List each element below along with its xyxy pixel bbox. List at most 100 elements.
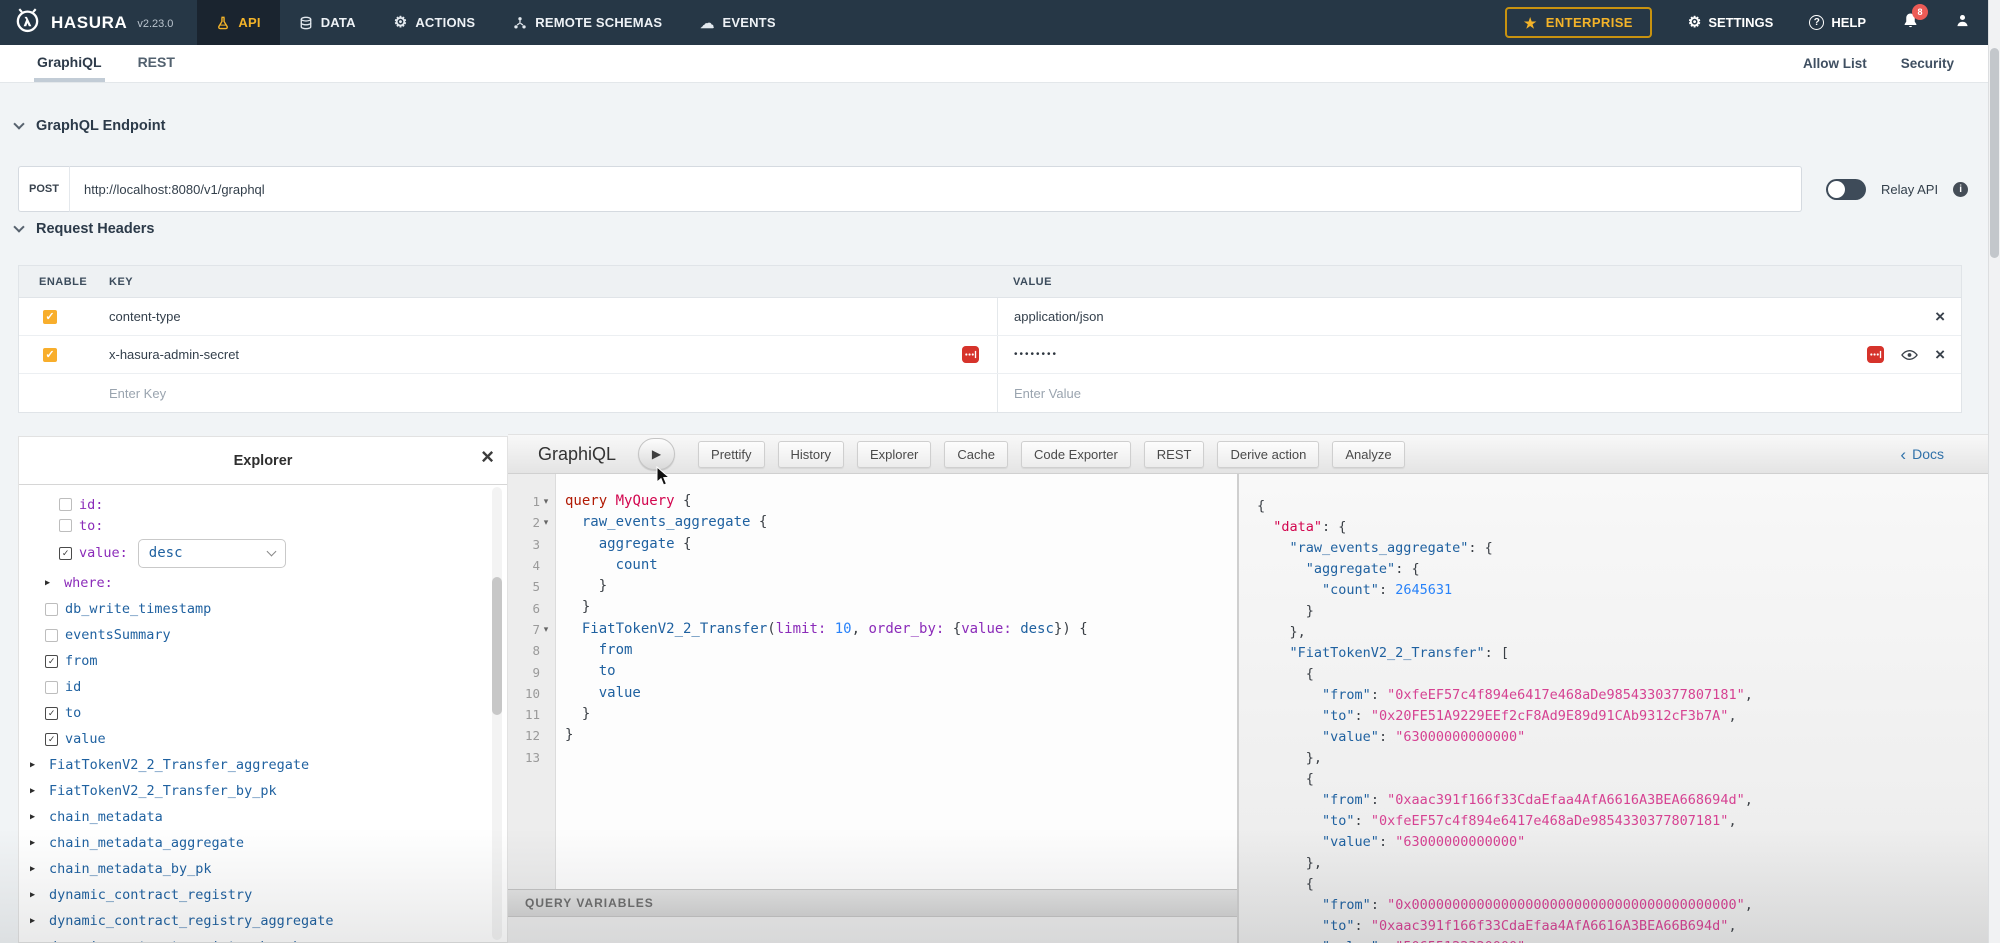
nav-item-api[interactable]: API bbox=[197, 0, 279, 45]
settings-button[interactable]: ⚙ SETTINGS bbox=[1688, 15, 1773, 30]
explorer-item-value[interactable]: ✓value bbox=[19, 726, 507, 752]
fold-arrow-icon[interactable]: ▾ bbox=[540, 496, 552, 507]
explorer-item-dynamic-contract-registry[interactable]: ▶dynamic_contract_registry bbox=[19, 882, 507, 908]
docs-link[interactable]: ‹ Docs bbox=[1900, 446, 1944, 463]
fold-arrow-icon[interactable]: ▾ bbox=[540, 517, 552, 528]
checkbox-icon[interactable] bbox=[45, 603, 58, 616]
scrollbar-thumb[interactable] bbox=[1990, 48, 1999, 258]
new-header-key-input[interactable] bbox=[109, 386, 718, 401]
explorer-item-value[interactable]: ✓value:desc bbox=[19, 536, 507, 570]
nav-item-events[interactable]: ☁EVENTS bbox=[681, 0, 794, 45]
prettify-button[interactable]: Prettify bbox=[698, 441, 764, 468]
request-headers-section-header[interactable]: Request Headers bbox=[15, 221, 154, 237]
explorer-item-eventssummary[interactable]: eventsSummary bbox=[19, 622, 507, 648]
line-number: 10 bbox=[525, 686, 540, 701]
checkbox-icon[interactable]: ✓ bbox=[45, 707, 58, 720]
endpoint-url-input[interactable] bbox=[70, 166, 1802, 212]
nav-item-data[interactable]: DATA bbox=[280, 0, 375, 45]
expand-arrow-icon[interactable]: ▶ bbox=[30, 786, 43, 796]
password-manager-icon[interactable] bbox=[1867, 346, 1884, 363]
info-icon[interactable]: i bbox=[1953, 182, 1968, 197]
tab-graphiql[interactable]: GraphiQL bbox=[34, 45, 105, 82]
link-security[interactable]: Security bbox=[1901, 56, 1954, 71]
explorer-item-from[interactable]: ✓from bbox=[19, 648, 507, 674]
enable-cell: ✓ bbox=[19, 298, 89, 335]
explorer-item-fiattokenv2-2-transfer-by-pk[interactable]: ▶FiatTokenV2_2_Transfer_by_pk bbox=[19, 778, 507, 804]
graphql-endpoint-section-header[interactable]: GraphQL Endpoint bbox=[15, 118, 165, 134]
explorer-item-chain-metadata-aggregate[interactable]: ▶chain_metadata_aggregate bbox=[19, 830, 507, 856]
nav-item-remote-schemas[interactable]: REMOTE SCHEMAS bbox=[494, 0, 681, 45]
expand-arrow-icon[interactable]: ▶ bbox=[30, 838, 43, 848]
table-header-row: ENABLE KEY VALUE bbox=[19, 266, 1961, 298]
brand-name: HASURA bbox=[51, 13, 127, 33]
explorer-item-chain-metadata[interactable]: ▶chain_metadata bbox=[19, 804, 507, 830]
header-enable-checkbox[interactable]: ✓ bbox=[43, 310, 57, 324]
password-manager-icon[interactable] bbox=[962, 346, 979, 363]
explorer-item-to[interactable]: ✓to bbox=[19, 700, 507, 726]
header-row: ✓ content-type application/json × bbox=[19, 298, 1961, 336]
checkbox-icon[interactable] bbox=[45, 629, 58, 642]
page-scrollbar[interactable] bbox=[1988, 0, 2000, 943]
explorer-item-chain-metadata-by-pk[interactable]: ▶chain_metadata_by_pk bbox=[19, 856, 507, 882]
enterprise-button[interactable]: ★ ENTERPRISE bbox=[1505, 7, 1652, 38]
explorer-item-id[interactable]: id bbox=[19, 674, 507, 700]
checkbox-icon[interactable]: ✓ bbox=[45, 733, 58, 746]
response-line: { bbox=[1257, 769, 1988, 790]
help-button[interactable]: ? HELP bbox=[1809, 15, 1866, 30]
explorer-item-fiattokenv2-2-transfer-aggregate[interactable]: ▶FiatTokenV2_2_Transfer_aggregate bbox=[19, 752, 507, 778]
user-menu-button[interactable] bbox=[1955, 13, 1970, 33]
expand-arrow-icon[interactable]: ▶ bbox=[30, 760, 43, 770]
header-value-value[interactable]: •••••••• bbox=[1014, 349, 1058, 360]
history-button[interactable]: History bbox=[778, 441, 844, 468]
eye-icon[interactable] bbox=[1901, 349, 1918, 361]
code-exporter-button[interactable]: Code Exporter bbox=[1021, 441, 1131, 468]
link-allow-list[interactable]: Allow List bbox=[1803, 56, 1867, 71]
query-variables-bar[interactable]: QUERY VARIABLES bbox=[508, 889, 1237, 917]
checkbox-icon[interactable] bbox=[45, 681, 58, 694]
nav-item-actions[interactable]: ⚙ACTIONS bbox=[375, 0, 495, 45]
derive-action-button[interactable]: Derive action bbox=[1217, 441, 1319, 468]
analyze-button[interactable]: Analyze bbox=[1332, 441, 1404, 468]
expand-arrow-icon[interactable]: ▶ bbox=[30, 864, 43, 874]
key-cell: x-hasura-admin-secret bbox=[89, 336, 997, 373]
notifications-button[interactable]: 8 bbox=[1902, 12, 1919, 34]
close-icon[interactable]: × bbox=[1935, 346, 1945, 363]
explorer-item-to[interactable]: to: bbox=[19, 515, 507, 536]
explorer-scrollbar[interactable] bbox=[492, 487, 502, 940]
hasura-logo[interactable]: HASURA v2.23.0 bbox=[0, 0, 173, 45]
database-icon bbox=[299, 16, 313, 30]
sort-direction-dropdown[interactable]: desc bbox=[138, 539, 286, 568]
explorer-item-db-write-timestamp[interactable]: db_write_timestamp bbox=[19, 596, 507, 622]
scrollbar-thumb[interactable] bbox=[492, 577, 502, 715]
query-editor[interactable]: 1▾2▾34567▾8910111213 query MyQuery { raw… bbox=[508, 474, 1237, 889]
explorer-item-where[interactable]: ▶where: bbox=[19, 570, 507, 596]
response-viewer[interactable]: { "data": { "raw_events_aggregate": { "a… bbox=[1239, 474, 1988, 943]
explorer-item-dynamic-contract-registry-by-pk[interactable]: ▶dynamic_contract_registry_by_pk bbox=[19, 934, 507, 943]
line-number: 4 bbox=[532, 558, 540, 573]
cache-button[interactable]: Cache bbox=[944, 441, 1008, 468]
expand-arrow-icon[interactable]: ▶ bbox=[30, 812, 43, 822]
execute-query-button[interactable]: ▶ bbox=[638, 438, 675, 470]
header-enable-checkbox[interactable]: ✓ bbox=[43, 348, 57, 362]
fold-arrow-icon[interactable]: ▾ bbox=[540, 624, 552, 635]
close-icon[interactable]: × bbox=[1935, 308, 1945, 325]
new-header-value-input[interactable] bbox=[1014, 386, 1666, 401]
rest-button[interactable]: REST bbox=[1144, 441, 1205, 468]
checkbox-icon[interactable] bbox=[59, 498, 72, 511]
expand-arrow-icon[interactable]: ▶ bbox=[30, 916, 43, 926]
relay-api-toggle[interactable] bbox=[1826, 179, 1866, 200]
checkbox-icon[interactable]: ✓ bbox=[59, 547, 72, 560]
header-key-value[interactable]: content-type bbox=[109, 309, 181, 324]
checkbox-icon[interactable]: ✓ bbox=[45, 655, 58, 668]
explorer-item-id[interactable]: id: bbox=[19, 494, 507, 515]
header-value-value[interactable]: application/json bbox=[1014, 309, 1104, 324]
expand-arrow-icon[interactable]: ▶ bbox=[30, 890, 43, 900]
query-variables-editor[interactable] bbox=[508, 917, 1237, 943]
close-icon[interactable]: × bbox=[481, 446, 494, 468]
expand-arrow-icon[interactable]: ▶ bbox=[45, 578, 58, 588]
explorer-button[interactable]: Explorer bbox=[857, 441, 931, 468]
header-key-value[interactable]: x-hasura-admin-secret bbox=[109, 347, 239, 362]
checkbox-icon[interactable] bbox=[59, 519, 72, 532]
tab-rest[interactable]: REST bbox=[135, 45, 178, 82]
explorer-item-dynamic-contract-registry-aggregate[interactable]: ▶dynamic_contract_registry_aggregate bbox=[19, 908, 507, 934]
